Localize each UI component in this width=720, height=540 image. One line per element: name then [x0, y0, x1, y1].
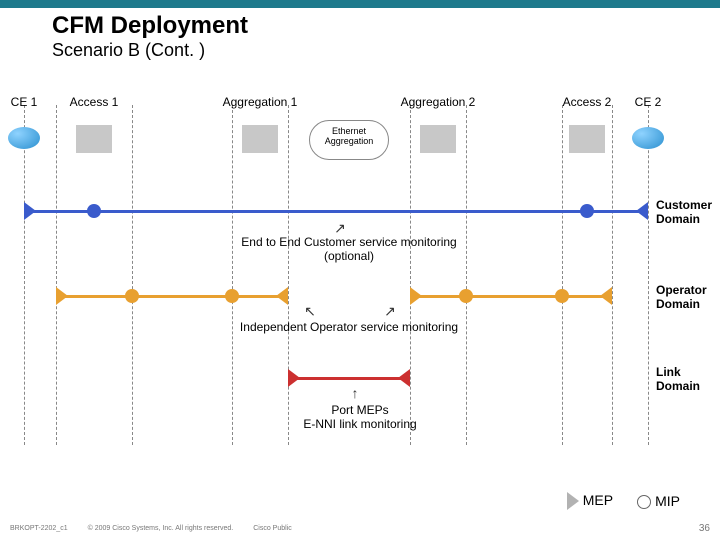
legend: MEP MIP: [567, 492, 680, 510]
vline-g2l: [410, 105, 411, 445]
op-mep-l2-icon: [276, 287, 288, 305]
page-title: CFM Deployment: [52, 12, 720, 40]
customer-caption: End to End Customer service monitoring (…: [241, 235, 456, 263]
vline-a2l: [562, 105, 563, 445]
cfm-diagram: CE 1 Access 1 Aggregation 1 Aggregation …: [0, 95, 720, 475]
vline-ce1: [24, 105, 25, 445]
customer-mep-left-icon: [24, 202, 36, 220]
label-ce1: CE 1: [11, 95, 38, 109]
link-caption: Port MEPs E-NNI link monitoring: [303, 403, 416, 431]
page-subtitle: Scenario B (Cont. ): [52, 40, 720, 61]
customer-bar: [24, 210, 648, 213]
cloud-line2: Aggregation: [325, 136, 374, 146]
link-domain-label: Link Domain: [656, 365, 720, 393]
vline-ce2: [648, 105, 649, 445]
mep-icon: [567, 492, 579, 510]
footer-classification: Cisco Public: [253, 525, 292, 532]
footer-page: 36: [699, 523, 710, 534]
access1-node-icon: [76, 125, 112, 153]
op-mip-r1: [459, 289, 473, 303]
cloud-line1: Ethernet: [332, 126, 366, 136]
op-arrow2-icon: ↗: [384, 303, 396, 320]
mip-icon: [637, 495, 651, 509]
ce1-node-icon: [8, 127, 40, 149]
op-mep-l1-icon: [56, 287, 68, 305]
footer-code: BRKOPT-2202_c1: [10, 525, 68, 532]
legend-mep: MEP: [567, 492, 613, 510]
op-mip-l2: [225, 289, 239, 303]
op-mip-r2: [555, 289, 569, 303]
label-ce2: CE 2: [635, 95, 662, 109]
op-mep-r2-icon: [600, 287, 612, 305]
label-access1: Access 1: [70, 95, 119, 109]
footer: BRKOPT-2202_c1 © 2009 Cisco Systems, Inc…: [10, 523, 710, 534]
link-arrow-icon: ↑: [352, 385, 359, 401]
vline-a2r: [612, 105, 613, 445]
legend-mip: MIP: [637, 493, 680, 509]
vline-a1r: [132, 105, 133, 445]
access2-node-icon: [569, 125, 605, 153]
operator-bar-right: [410, 295, 612, 298]
customer-mep-right-icon: [636, 202, 648, 220]
ethernet-aggregation-cloud: Ethernet Aggregation: [309, 120, 389, 160]
label-agg1: Aggregation 1: [223, 95, 298, 109]
op-mep-r1-icon: [410, 287, 422, 305]
agg2-node-icon: [420, 125, 456, 153]
operator-domain-label: Operator Domain: [656, 283, 720, 311]
footer-copyright: © 2009 Cisco Systems, Inc. All rights re…: [88, 525, 234, 532]
top-accent-bar: [0, 0, 720, 8]
label-agg2: Aggregation 2: [401, 95, 476, 109]
customer-mip-a1: [87, 204, 101, 218]
vline-g2r: [466, 105, 467, 445]
link-mep-r-icon: [398, 369, 410, 387]
label-access2: Access 2: [563, 95, 612, 109]
op-arrow1-icon: ↖: [304, 303, 316, 320]
vline-g1r: [288, 105, 289, 445]
link-bar: [288, 377, 410, 380]
ce2-node-icon: [632, 127, 664, 149]
legend-mip-label: MIP: [655, 493, 680, 509]
legend-mep-label: MEP: [583, 492, 613, 508]
op-mip-l1: [125, 289, 139, 303]
customer-arrow-icon: ↗: [334, 220, 346, 237]
agg1-node-icon: [242, 125, 278, 153]
customer-mip-a2: [580, 204, 594, 218]
operator-bar-left: [56, 295, 288, 298]
operator-caption: Independent Operator service monitoring: [240, 320, 458, 334]
customer-domain-label: Customer Domain: [656, 198, 720, 226]
vline-a1l: [56, 105, 57, 445]
link-mep-l-icon: [288, 369, 300, 387]
vline-g1l: [232, 105, 233, 445]
